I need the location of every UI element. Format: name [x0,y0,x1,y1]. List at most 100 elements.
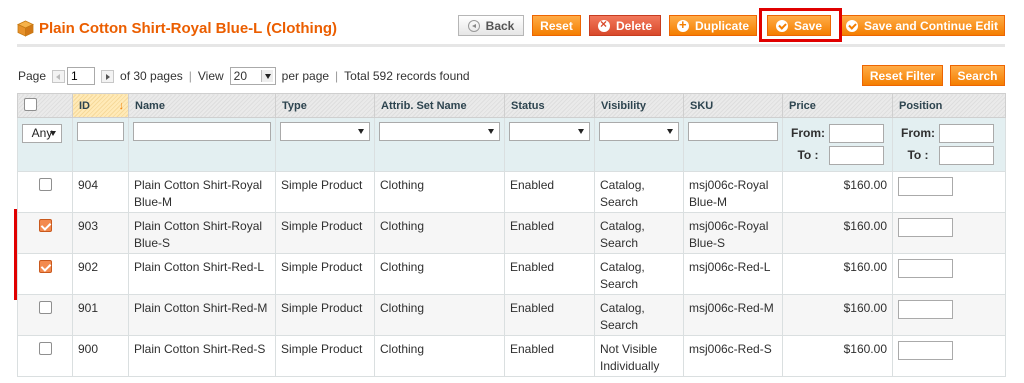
price-from-label: From: [791,126,825,140]
price-to-input[interactable] [829,145,884,165]
delete-button[interactable]: Delete [589,15,661,36]
chevron-down-icon [260,70,273,82]
position-input[interactable] [898,300,953,319]
filter-set-cell [374,117,505,172]
position-from-input[interactable] [939,123,994,143]
previous-page-icon[interactable] [52,69,66,83]
page-header: Plain Cotton Shirt-Royal Blue-L (Clothin… [0,0,1024,48]
save-button[interactable]: Save [767,15,831,36]
reset-button[interactable]: Reset [532,15,581,36]
cell-visibility: Catalog, Search [594,171,684,213]
chevron-down-icon [576,125,587,138]
cell-price: $160.00 [782,253,893,295]
cell-attribute-set: Clothing [374,335,505,377]
cell-attribute-set: Clothing [374,253,505,295]
back-button-label: Back [485,18,515,33]
id-filter-input[interactable] [77,122,124,141]
save-and-continue-button[interactable]: Save and Continue Edit [839,15,1005,36]
cell-id: 902 [72,253,129,295]
table-row[interactable]: 903 Plain Cotton Shirt-Royal Blue-S Simple… [17,212,1006,254]
check-icon [775,19,788,32]
search-button[interactable]: Search [950,65,1005,86]
column-type-label: Type [282,99,307,112]
column-id[interactable]: ID ↓ [72,93,129,118]
position-to-label: To : [907,148,929,162]
cell-type: Simple Product [275,212,375,254]
row-checkbox[interactable] [38,342,52,355]
search-button-label: Search [957,68,998,83]
per-page-select[interactable]: 20 [229,67,276,85]
row-checkbox[interactable] [38,301,52,314]
cell-id: 901 [72,294,129,336]
column-type[interactable]: Type [275,93,375,118]
chevron-down-icon [48,127,59,140]
attribute-set-filter-select[interactable] [379,122,500,141]
massaction-filter-select[interactable]: Any [22,124,62,143]
visibility-filter-select[interactable] [599,122,679,141]
page-count: of 30 pages [120,69,183,83]
cell-position [892,212,1006,254]
price-range-filter: From: To : [787,122,888,166]
filter-visibility-cell [594,117,684,172]
pager: Page of 30 pages | View 20 per page | To… [18,66,470,86]
table-row[interactable]: 900 Plain Cotton Shirt-Red-S Simple Produc… [17,335,1006,377]
column-sku-label: SKU [690,99,714,112]
status-filter-select[interactable] [509,122,590,141]
next-page-icon[interactable] [101,69,115,83]
cell-select [17,294,73,336]
cell-position [892,335,1006,377]
table-row[interactable]: 901 Plain Cotton Shirt-Red-M Simple Produc… [17,294,1006,336]
select-all-checkbox[interactable] [24,98,37,111]
sku-filter-input[interactable] [688,122,778,141]
column-position[interactable]: Position [892,93,1006,118]
row-checkbox[interactable] [38,178,52,191]
duplicate-button[interactable]: Duplicate [669,15,757,36]
cell-visibility: Catalog, Search [594,212,684,254]
select-all-header [17,93,73,118]
row-checkbox-checked[interactable] [38,260,52,273]
name-filter-input[interactable] [133,122,271,141]
cell-type: Simple Product [275,335,375,377]
reset-filter-button[interactable]: Reset Filter [862,65,943,86]
cell-sku: msj006c-Royal Blue-S [683,212,783,254]
per-page-label: per page [281,69,330,83]
column-sku[interactable]: SKU [683,93,783,118]
price-from-input[interactable] [829,123,884,143]
reset-button-label: Reset [540,18,573,33]
cell-sku: msj006c-Royal Blue-M [683,171,783,213]
column-visibility[interactable]: Visibility [594,93,684,118]
delete-x-icon [597,17,610,32]
header-divider [17,44,1005,47]
delete-button-label: Delete [615,18,653,33]
type-filter-select[interactable] [280,122,370,141]
chevron-down-icon [665,125,676,138]
position-input[interactable] [898,218,953,237]
column-name-label: Name [135,99,165,112]
position-input[interactable] [898,259,953,278]
cell-type: Simple Product [275,253,375,295]
column-name[interactable]: Name [128,93,276,118]
cell-price: $160.00 [782,171,893,213]
filter-sku-cell [683,117,783,172]
cell-id: 900 [72,335,129,377]
cell-name: Plain Cotton Shirt-Red-L [128,253,276,295]
table-row[interactable]: 904 Plain Cotton Shirt-Royal Blue-M Simple… [17,171,1006,213]
position-to-input[interactable] [939,145,994,165]
cell-position [892,294,1006,336]
table-row[interactable]: 902 Plain Cotton Shirt-Red-L Simple Produc… [17,253,1006,295]
cell-status: Enabled [504,212,595,254]
position-input[interactable] [898,341,953,360]
column-price[interactable]: Price [782,93,893,118]
column-visibility-label: Visibility [601,99,647,112]
row-checkbox-checked[interactable] [38,219,52,232]
column-attribute-set[interactable]: Attrib. Set Name [374,93,505,118]
back-button[interactable]: Back [458,15,524,36]
pager-separator: | [335,69,339,83]
position-input[interactable] [898,177,953,196]
column-status-label: Status [511,99,545,112]
pager-separator: | [188,69,192,83]
page-number-input[interactable] [67,67,96,85]
cell-select [17,253,73,295]
cell-visibility: Catalog, Search [594,253,684,295]
column-status[interactable]: Status [504,93,595,118]
